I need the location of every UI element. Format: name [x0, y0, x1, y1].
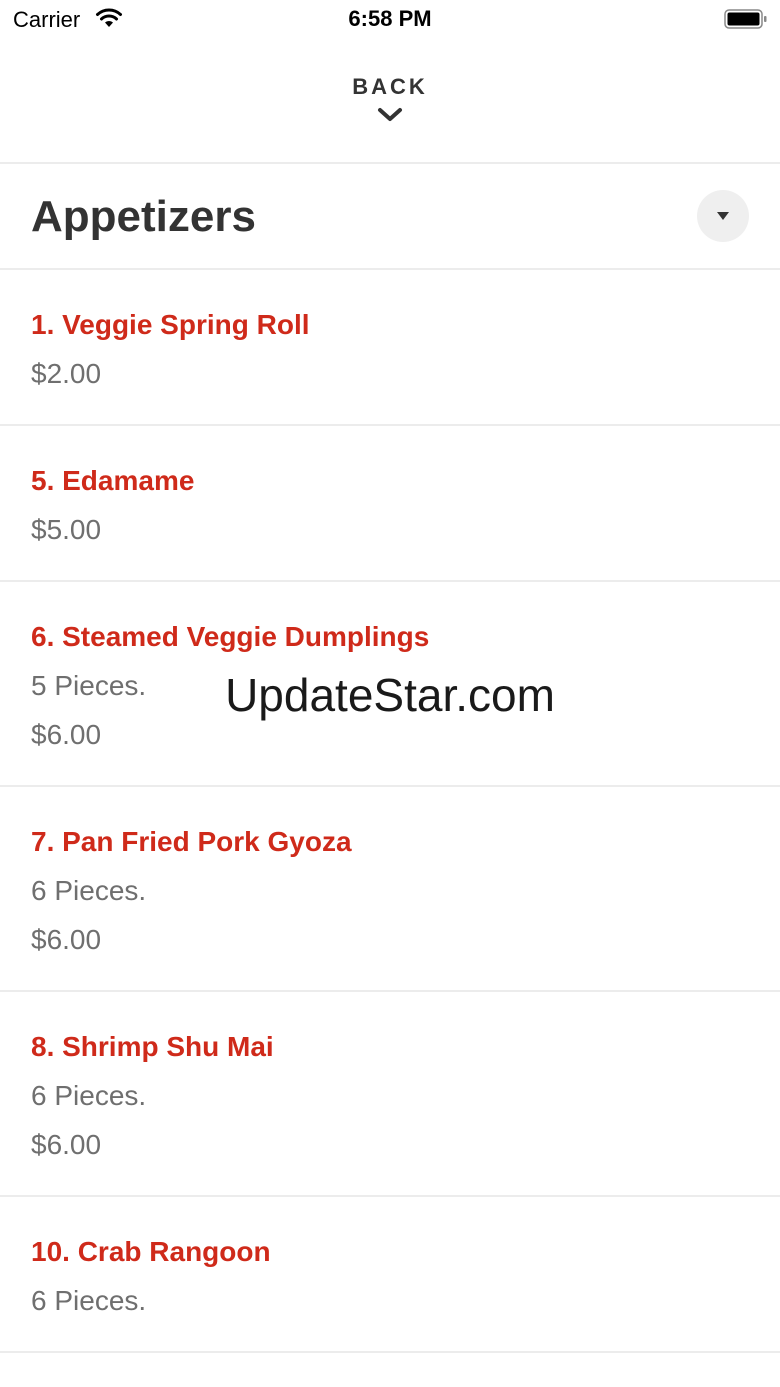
menu-list: 1. Veggie Spring Roll $2.00 5. Edamame $…	[0, 270, 780, 1353]
menu-item[interactable]: 8. Shrimp Shu Mai 6 Pieces. $6.00	[0, 992, 780, 1197]
item-name: 6. Steamed Veggie Dumplings	[31, 621, 430, 652]
item-price: $6.00	[31, 924, 102, 955]
item-name: 7. Pan Fried Pork Gyoza	[31, 826, 352, 857]
item-price: $6.00	[31, 1129, 102, 1160]
menu-item[interactable]: 1. Veggie Spring Roll $2.00	[0, 270, 780, 426]
back-button[interactable]: BACK	[0, 60, 780, 162]
chevron-down-icon	[378, 108, 402, 121]
category-dropdown-button[interactable]	[697, 190, 749, 242]
menu-item[interactable]: 6. Steamed Veggie Dumplings 5 Pieces. $6…	[0, 582, 780, 787]
item-description: 5 Pieces.	[31, 670, 147, 701]
category-title: Appetizers	[31, 192, 256, 241]
caret-down-icon	[717, 212, 729, 220]
back-label: BACK	[352, 74, 428, 99]
item-description: 6 Pieces.	[31, 875, 147, 906]
category-header: Appetizers	[0, 164, 780, 268]
item-price: $2.00	[31, 358, 102, 389]
menu-item[interactable]: 5. Edamame $5.00	[0, 426, 780, 582]
status-time: 6:58 PM	[348, 6, 432, 31]
item-name: 8. Shrimp Shu Mai	[31, 1031, 274, 1062]
item-price: $5.00	[31, 514, 102, 545]
menu-item[interactable]: 7. Pan Fried Pork Gyoza 6 Pieces. $6.00	[0, 787, 780, 992]
battery-icon	[724, 9, 767, 29]
item-price: $6.00	[31, 719, 102, 750]
item-name: 10. Crab Rangoon	[31, 1236, 271, 1267]
item-description: 6 Pieces.	[31, 1285, 147, 1316]
menu-item[interactable]: 10. Crab Rangoon 6 Pieces.	[0, 1197, 780, 1353]
item-description: 6 Pieces.	[31, 1080, 147, 1111]
status-bar: Carrier 6:58 PM	[0, 0, 780, 40]
item-name: 1. Veggie Spring Roll	[31, 309, 310, 340]
item-name: 5. Edamame	[31, 465, 195, 496]
